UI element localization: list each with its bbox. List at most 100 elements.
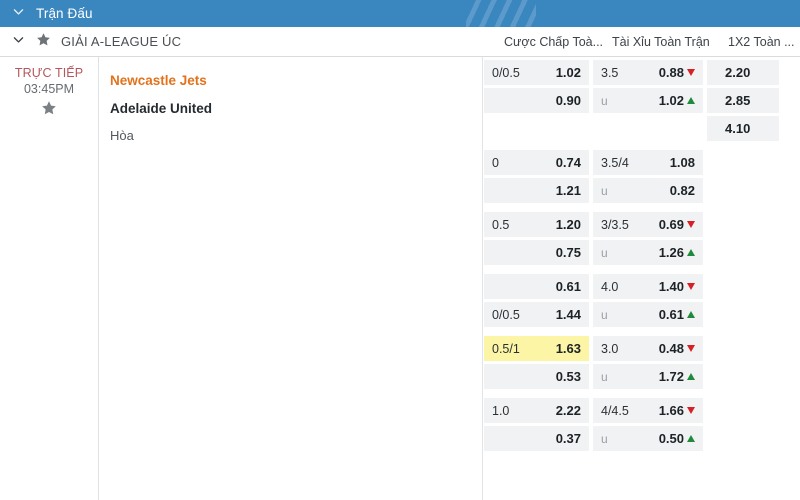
trend-down-icon <box>687 345 695 352</box>
chevron-down-icon <box>12 5 25 23</box>
handicap-cell-top-label: 1.0 <box>492 403 510 418</box>
one-x-two-cell-1-value: 2.20 <box>725 65 751 80</box>
under-cell-label: u <box>601 307 608 322</box>
handicap-cell-top-label: 0.5 <box>492 217 510 232</box>
handicap-cell-bottom[interactable]: 0.37 <box>484 426 589 451</box>
over-cell[interactable]: 4.0 1.40 <box>593 274 703 299</box>
handicap-cell-top[interactable]: 0.5 1.20 <box>484 212 589 237</box>
handicap-group: 0.61 0/0.5 1.44 <box>484 274 589 330</box>
over-cell-label: 3.0 <box>601 341 619 356</box>
home-team-name[interactable]: Newcastle Jets <box>110 67 482 95</box>
column-header-handicap[interactable]: Cược Chấp Toà... <box>498 35 606 49</box>
handicap-cell-bottom[interactable]: 0.90 <box>484 88 589 113</box>
match-live-status: TRỰC TIẾP <box>14 66 84 80</box>
under-cell-value: 1.26 <box>658 245 684 260</box>
handicap-cell-top-value: 1.20 <box>555 217 581 232</box>
under-cell[interactable]: u 1.02 <box>593 88 703 113</box>
over-cell-value: 1.66 <box>658 403 684 418</box>
under-cell[interactable]: u 0.82 <box>593 178 703 203</box>
under-cell-label: u <box>601 431 608 446</box>
handicap-cell-top[interactable]: 0.61 <box>484 274 589 299</box>
handicap-cell-bottom-value: 0.90 <box>555 93 581 108</box>
over-cell-label: 4.0 <box>601 279 619 294</box>
handicap-cell-top-label: 0/0.5 <box>492 65 520 80</box>
handicap-cell-top[interactable]: 0.5/1 1.63 <box>484 336 589 361</box>
under-cell-label: u <box>601 93 608 108</box>
over-cell[interactable]: 3.5/4 1.08 <box>593 150 703 175</box>
panel-collapse-toggle[interactable] <box>0 5 36 23</box>
team-names-column: Newcastle Jets Adelaide United Hòa <box>100 57 483 500</box>
over-under-group: 4.0 1.40 u 0.61 <box>593 274 703 330</box>
handicap-cell-top-label: 0.5/1 <box>492 341 520 356</box>
one-x-two-empty <box>707 336 779 361</box>
away-team-name[interactable]: Adelaide United <box>110 95 482 123</box>
league-collapse-toggle[interactable] <box>0 33 36 51</box>
betting-odds-panel: Trận Đấu GIẢI A-LEAGUE ÚC Cược Chấp Toà.… <box>0 0 800 500</box>
over-under-group: 3.5/4 1.08 u 0.82 <box>593 150 703 206</box>
handicap-cell-bottom-value: 0.75 <box>555 245 581 260</box>
match-kickoff-time: 03:45PM <box>23 82 75 96</box>
over-under-group: 4/4.5 1.66 u 0.50 <box>593 398 703 454</box>
one-x-two-empty <box>707 212 779 237</box>
handicap-cell-top[interactable]: 1.0 2.22 <box>484 398 589 423</box>
draw-label: Hòa <box>110 128 134 143</box>
odds-block: 0/0.5 1.02 0.90 3.5 0.88 u 1.02 2.20 2.85 4.10 <box>484 60 800 144</box>
trend-down-icon <box>687 221 695 228</box>
handicap-cell-top-label: 0 <box>492 155 499 170</box>
under-cell-value: 0.82 <box>669 183 695 198</box>
one-x-two-group <box>707 336 779 364</box>
under-cell-value: 0.50 <box>658 431 684 446</box>
one-x-two-cell-1[interactable]: 2.20 <box>707 60 779 85</box>
trend-up-icon <box>687 97 695 104</box>
chevron-down-icon <box>12 33 25 51</box>
trend-down-icon <box>687 69 695 76</box>
under-cell-value: 1.72 <box>658 369 684 384</box>
under-cell[interactable]: u 0.50 <box>593 426 703 451</box>
star-icon <box>36 32 51 52</box>
odds-column-headers: Cược Chấp Toà... Tài Xỉu Toàn Trận 1X2 T… <box>498 27 800 57</box>
handicap-cell-top-value: 0.61 <box>555 279 581 294</box>
over-cell-label: 3.5/4 <box>601 155 629 170</box>
over-under-group: 3/3.5 0.69 u 1.26 <box>593 212 703 268</box>
under-cell-label: u <box>601 369 608 384</box>
trend-up-icon <box>687 249 695 256</box>
one-x-two-cell-2[interactable]: 2.85 <box>707 88 779 113</box>
column-header-1x2[interactable]: 1X2 Toàn ... <box>724 35 800 49</box>
handicap-group: 1.0 2.22 0.37 <box>484 398 589 454</box>
over-cell[interactable]: 4/4.5 1.66 <box>593 398 703 423</box>
league-row[interactable]: GIẢI A-LEAGUE ÚC Cược Chấp Toà... Tài Xỉ… <box>0 27 800 57</box>
column-header-over-under[interactable]: Tài Xỉu Toàn Trận <box>606 35 724 49</box>
under-cell-label: u <box>601 183 608 198</box>
odds-block: 0.5/1 1.63 0.53 3.0 0.48 u 1.72 <box>484 336 800 392</box>
handicap-cell-top[interactable]: 0/0.5 1.02 <box>484 60 589 85</box>
match-favorite-star[interactable] <box>0 100 98 121</box>
one-x-two-group <box>707 398 779 426</box>
panel-header: Trận Đấu <box>0 0 800 27</box>
over-cell-value: 0.69 <box>658 217 684 232</box>
over-cell[interactable]: 3/3.5 0.69 <box>593 212 703 237</box>
handicap-cell-bottom[interactable]: 0.75 <box>484 240 589 265</box>
league-name: GIẢI A-LEAGUE ÚC <box>61 34 182 49</box>
under-cell[interactable]: u 1.72 <box>593 364 703 389</box>
handicap-cell-bottom[interactable]: 0.53 <box>484 364 589 389</box>
trend-up-icon <box>687 311 695 318</box>
handicap-cell-bottom[interactable]: 0/0.5 1.44 <box>484 302 589 327</box>
league-favorite-star[interactable] <box>36 32 51 52</box>
handicap-cell-bottom-label: 0/0.5 <box>492 307 520 322</box>
one-x-two-group <box>707 150 779 178</box>
over-cell[interactable]: 3.0 0.48 <box>593 336 703 361</box>
odds-block: 1.0 2.22 0.37 4/4.5 1.66 u 0.50 <box>484 398 800 454</box>
handicap-cell-bottom[interactable]: 1.21 <box>484 178 589 203</box>
odds-block: 0 0.74 1.21 3.5/4 1.08 u 0.82 <box>484 150 800 206</box>
trend-down-icon <box>687 407 695 414</box>
one-x-two-cell-3[interactable]: 4.10 <box>707 116 779 141</box>
over-cell-label: 4/4.5 <box>601 403 629 418</box>
under-cell[interactable]: u 0.61 <box>593 302 703 327</box>
over-cell[interactable]: 3.5 0.88 <box>593 60 703 85</box>
one-x-two-group: 2.20 2.85 4.10 <box>707 60 779 144</box>
handicap-cell-top-value: 2.22 <box>555 403 581 418</box>
one-x-two-group <box>707 274 779 302</box>
under-cell[interactable]: u 1.26 <box>593 240 703 265</box>
handicap-cell-top[interactable]: 0 0.74 <box>484 150 589 175</box>
one-x-two-empty <box>707 274 779 299</box>
